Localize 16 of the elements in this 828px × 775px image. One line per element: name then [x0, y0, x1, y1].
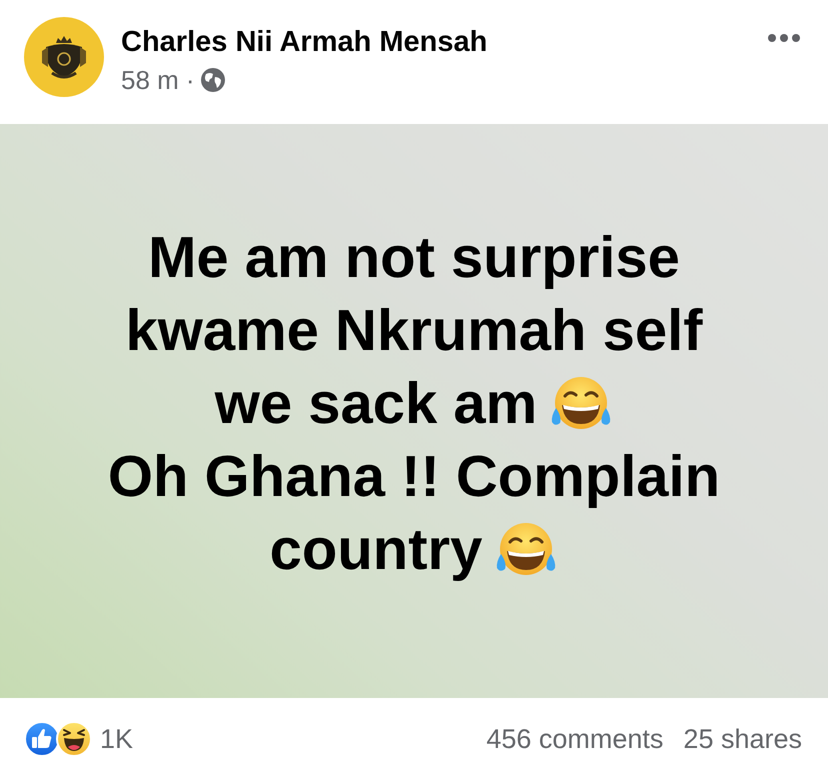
- post-text-line: Oh Ghana !! Complain: [108, 443, 720, 511]
- thumbs-up-icon[interactable]: [24, 720, 60, 756]
- post-text-line: kwame Nkrumah self: [125, 297, 703, 365]
- post-time[interactable]: 58 m: [121, 65, 179, 95]
- laughing-face-icon[interactable]: [56, 720, 92, 756]
- post-text-line: Me am not surprise: [148, 224, 680, 292]
- more-options-icon[interactable]: [768, 34, 800, 42]
- share-count[interactable]: 25 shares: [683, 722, 802, 754]
- avatar-icon[interactable]: [24, 17, 104, 97]
- reaction-count[interactable]: 1K: [100, 722, 134, 754]
- separator-dot: ·: [186, 65, 194, 95]
- globe-icon: [201, 68, 226, 92]
- post-text-line: we sack am: [214, 370, 538, 438]
- post-text-line: country: [270, 516, 482, 584]
- comment-count[interactable]: 456 comments: [486, 722, 664, 754]
- author-name[interactable]: Charles Nii Armah Mensah: [121, 26, 488, 58]
